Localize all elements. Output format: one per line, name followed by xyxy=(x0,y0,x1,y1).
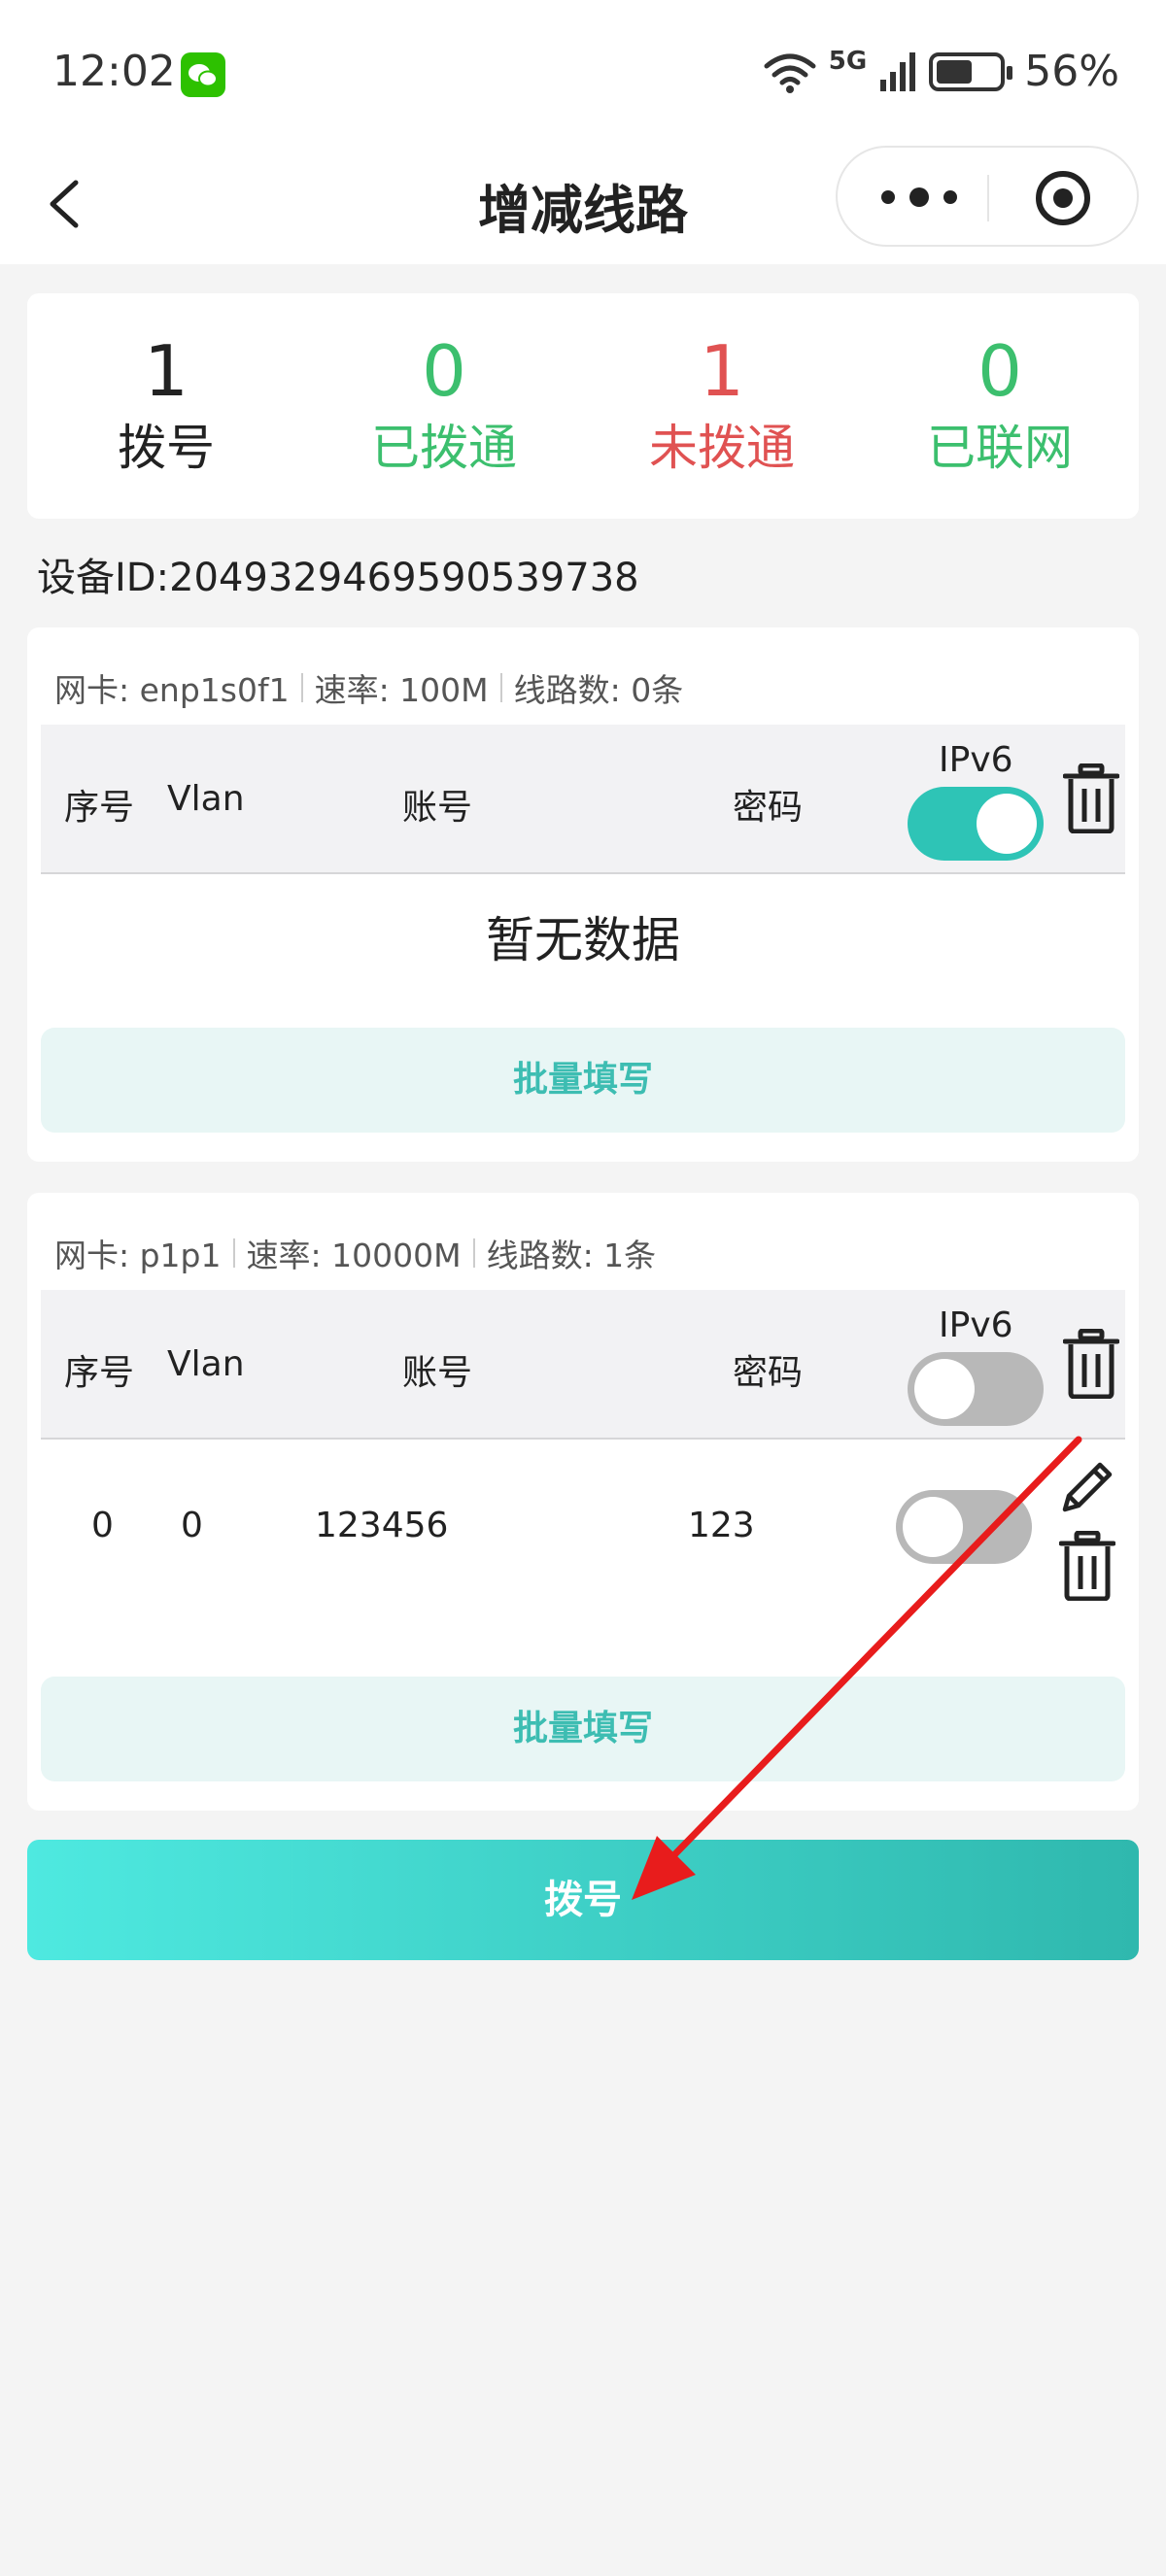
toggle-knob xyxy=(914,1359,975,1419)
trash-icon[interactable] xyxy=(1063,763,1119,833)
capsule-divider xyxy=(987,175,989,221)
table-header: 序号 Vlan 账号 密码 IPv6 xyxy=(41,1290,1125,1440)
stat-connected: 0 已拨通 xyxy=(305,332,583,480)
bulk-fill-button[interactable]: 批量填写 xyxy=(41,1028,1125,1133)
battery-level: 56% xyxy=(1024,47,1119,96)
toggle-knob xyxy=(903,1497,963,1557)
stat-value: 0 xyxy=(422,330,466,412)
nav-bar: 增减线路 xyxy=(0,146,1166,264)
header-password: 密码 xyxy=(733,788,804,828)
edit-icon[interactable] xyxy=(1057,1455,1119,1517)
header-ipv6: IPv6 xyxy=(939,1305,1013,1345)
nic-info: 网卡: enp1s0f1 速率: 100M 线路数: 0条 xyxy=(54,664,683,711)
stat-label: 已联网 xyxy=(927,420,1073,476)
nic-rate: 速率: 10000M xyxy=(246,1237,462,1274)
stat-value: 1 xyxy=(700,330,744,412)
header-vlan: Vlan xyxy=(167,779,245,819)
wifi-icon xyxy=(764,53,816,93)
signal-icon xyxy=(880,51,916,91)
header-password: 密码 xyxy=(733,1353,804,1393)
separator xyxy=(232,1238,235,1268)
nic-card-enp1s0f1: 网卡: enp1s0f1 速率: 100M 线路数: 0条 序号 Vlan 账号… xyxy=(27,627,1139,1162)
cell-seq: 0 xyxy=(91,1506,114,1545)
empty-state: 暂无数据 xyxy=(486,912,680,968)
cell-account: 123456 xyxy=(315,1506,449,1545)
close-miniprogram-icon[interactable] xyxy=(1034,169,1092,227)
row-ipv6-toggle[interactable] xyxy=(896,1490,1032,1564)
stat-label: 未拨通 xyxy=(649,420,795,476)
ipv6-toggle[interactable] xyxy=(908,787,1044,861)
nic-name: 网卡: p1p1 xyxy=(54,1237,222,1274)
nic-line-count: 线路数: 1条 xyxy=(486,1237,657,1274)
network-type: 5G xyxy=(828,47,868,76)
device-id: 设备ID:2049329469590539738 xyxy=(37,556,639,600)
status-indicators: 5G 56% xyxy=(763,47,1119,96)
header-vlan: Vlan xyxy=(167,1344,245,1384)
separator xyxy=(300,673,303,702)
stat-value: 0 xyxy=(977,330,1022,412)
separator xyxy=(499,673,502,702)
stats-card: 1 拨号 0 已拨通 1 未拨通 0 已联网 xyxy=(27,293,1139,519)
delete-row-icon[interactable] xyxy=(1059,1531,1115,1601)
stat-dial: 1 拨号 xyxy=(27,332,305,480)
bulk-fill-button[interactable]: 批量填写 xyxy=(41,1677,1125,1781)
stat-online: 0 已联网 xyxy=(861,332,1139,480)
nic-line-count: 线路数: 0条 xyxy=(513,671,684,709)
cell-password: 123 xyxy=(688,1506,755,1545)
more-icon[interactable] xyxy=(874,183,964,212)
cell-vlan: 0 xyxy=(181,1506,203,1545)
nic-card-p1p1: 网卡: p1p1 速率: 10000M 线路数: 1条 序号 Vlan 账号 密… xyxy=(27,1193,1139,1811)
nic-info: 网卡: p1p1 速率: 10000M 线路数: 1条 xyxy=(54,1230,656,1276)
trash-icon[interactable] xyxy=(1063,1329,1119,1399)
status-bar: 12:02 5G 56% xyxy=(0,0,1166,146)
table-header: 序号 Vlan 账号 密码 IPv6 xyxy=(41,725,1125,874)
header-seq: 序号 xyxy=(64,788,135,828)
header-account: 账号 xyxy=(402,788,473,828)
nic-rate: 速率: 100M xyxy=(314,671,489,709)
status-time: 12:02 xyxy=(52,47,176,96)
toggle-knob xyxy=(977,794,1037,854)
dial-button[interactable]: 拨号 xyxy=(27,1840,1139,1960)
wechat-icon xyxy=(181,52,225,97)
header-ipv6: IPv6 xyxy=(939,740,1013,780)
stat-value: 1 xyxy=(144,330,189,412)
capsule-menu xyxy=(836,146,1139,247)
stat-label: 拨号 xyxy=(118,420,215,476)
ipv6-toggle[interactable] xyxy=(908,1352,1044,1426)
battery-icon xyxy=(929,51,1013,91)
nic-name: 网卡: enp1s0f1 xyxy=(54,671,290,709)
stat-failed: 1 未拨通 xyxy=(583,332,861,480)
stat-label: 已拨通 xyxy=(371,420,517,476)
header-seq: 序号 xyxy=(64,1353,135,1393)
separator xyxy=(472,1238,475,1268)
header-account: 账号 xyxy=(402,1353,473,1393)
